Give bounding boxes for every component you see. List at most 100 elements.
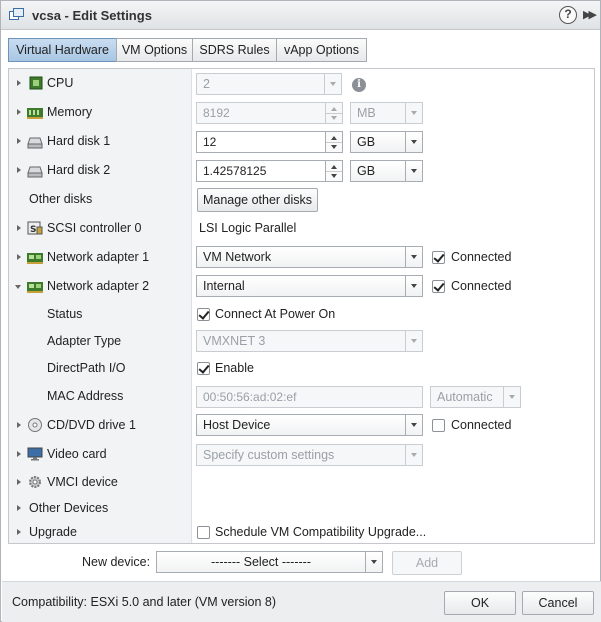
network-adapter-1-connected-checkbox[interactable] (432, 251, 445, 264)
chevron-down-icon (405, 161, 422, 181)
manage-other-disks-button[interactable]: Manage other disks (197, 188, 318, 212)
network-adapter-1-select[interactable]: VM Network (196, 246, 423, 268)
network-adapter-2-select[interactable]: Internal (196, 275, 423, 297)
row-vmci-device: VMCI device (9, 469, 594, 496)
new-device-select[interactable]: ------- Select ------- (156, 551, 383, 573)
chevron-down-icon (405, 276, 422, 296)
schedule-upgrade-label: Schedule VM Compatibility Upgrade... (215, 525, 427, 539)
row-video-card: Video card Specify custom settings (9, 440, 594, 469)
hard-disk-2-size-input[interactable]: 1.42578125 (196, 160, 326, 182)
adapter-type-label: Adapter Type (47, 334, 122, 348)
cpu-label: CPU (47, 76, 74, 90)
chevron-down-icon (365, 552, 382, 572)
chevron-down-icon (405, 445, 422, 465)
expand-arrow-icon[interactable] (17, 225, 21, 231)
title-bar: vcsa - Edit Settings ? ▶▶ (1, 1, 600, 30)
memory-unit-value: MB (357, 106, 376, 120)
network-adapter-2-connected-label: Connected (451, 279, 512, 293)
network-adapter-2-connected-checkbox[interactable] (432, 280, 445, 293)
expand-arrow-icon[interactable] (17, 505, 21, 511)
tab-vapp-options[interactable]: vApp Options (276, 38, 367, 62)
connect-at-power-on-label: Connect At Power On (215, 307, 336, 321)
gear-icon (29, 476, 41, 488)
scsi-controller-label: SCSI controller 0 (47, 221, 142, 235)
collapse-arrow-icon[interactable] (15, 285, 21, 289)
row-memory: Memory 8192 MB (9, 98, 594, 127)
help-icon[interactable]: ? (559, 6, 577, 24)
cpu-icon (29, 76, 43, 90)
directpath-enable-label: Enable (215, 361, 254, 375)
adapter-type-select[interactable]: VMXNET 3 (196, 330, 423, 352)
row-mac-address: MAC Address 00:50:56:ad:02:ef Automatic (9, 382, 594, 411)
tab-virtual-hardware[interactable]: Virtual Hardware (8, 38, 117, 62)
memory-icon (27, 108, 43, 119)
hard-disk-1-size-input[interactable]: 12 (196, 131, 326, 153)
expand-arrow-icon[interactable] (17, 422, 21, 428)
scsi-controller-icon: S (27, 221, 43, 235)
row-hard-disk-1: Hard disk 1 12 GB (9, 127, 594, 156)
hard-disk-1-stepper[interactable] (326, 131, 343, 153)
cpu-count-select[interactable]: 2 (196, 73, 342, 95)
chevron-down-icon (405, 247, 422, 267)
add-device-button[interactable]: Add (392, 551, 462, 575)
hard-disk-2-label: Hard disk 2 (47, 163, 111, 177)
chevron-down-icon (324, 74, 341, 94)
mac-address-input[interactable]: 00:50:56:ad:02:ef (196, 386, 423, 408)
row-upgrade: Upgrade Schedule VM Compatibility Upgrad… (9, 520, 594, 543)
mac-mode-select[interactable]: Automatic (430, 386, 521, 408)
compatibility-text: Compatibility: ESXi 5.0 and later (VM ve… (12, 595, 276, 609)
tab-sdrs-rules[interactable]: SDRS Rules (192, 38, 277, 62)
schedule-upgrade-checkbox[interactable] (197, 526, 210, 539)
expand-arrow-icon[interactable] (17, 529, 21, 535)
row-network-adapter-2: Network adapter 2 Internal Connected (9, 272, 594, 301)
chevron-down-icon (503, 387, 520, 407)
cd-dvd-label: CD/DVD drive 1 (47, 418, 136, 432)
scsi-controller-type: LSI Logic Parallel (199, 221, 297, 235)
new-device-value: ------- Select ------- (211, 555, 311, 569)
info-icon[interactable]: i (352, 78, 366, 92)
other-disks-label: Other disks (29, 192, 93, 206)
network-adapter-1-connected-label: Connected (451, 250, 512, 264)
directpath-enable-checkbox[interactable] (197, 362, 210, 375)
adapter-type-value: VMXNET 3 (203, 334, 266, 348)
tab-vm-options[interactable]: VM Options (116, 38, 193, 62)
chevron-down-icon (405, 415, 422, 435)
cd-dvd-connected-label: Connected (451, 418, 512, 432)
window-title: vcsa - Edit Settings (32, 8, 152, 23)
row-adapter-type: Adapter Type VMXNET 3 (9, 328, 594, 355)
expand-arrow-icon[interactable] (17, 109, 21, 115)
hardware-grid: CPU 2 i Memory 8192 MB Hard disk 1 12 GB… (8, 68, 595, 544)
hard-disk-icon (27, 137, 43, 149)
row-cpu: CPU 2 i (9, 69, 594, 98)
vmci-device-label: VMCI device (47, 475, 118, 489)
connect-at-power-on-checkbox[interactable] (197, 308, 210, 321)
expand-arrow-icon[interactable] (17, 451, 21, 457)
cd-dvd-icon (28, 418, 42, 432)
cd-dvd-select[interactable]: Host Device (196, 414, 423, 436)
memory-unit-select[interactable]: MB (350, 102, 423, 124)
network-adapter-icon (27, 253, 43, 264)
memory-input[interactable]: 8192 (196, 102, 326, 124)
expand-arrow-icon[interactable] (17, 80, 21, 86)
row-other-disks: Other disks Manage other disks (9, 185, 594, 214)
hard-disk-1-unit-select[interactable]: GB (350, 131, 423, 153)
network-adapter-1-value: VM Network (203, 250, 272, 264)
memory-stepper[interactable] (326, 102, 343, 124)
hard-disk-2-unit-select[interactable]: GB (350, 160, 423, 182)
hard-disk-1-unit-value: GB (357, 135, 376, 149)
mac-address-label: MAC Address (47, 389, 124, 403)
edit-settings-dialog: vcsa - Edit Settings ? ▶▶ Virtual Hardwa… (0, 0, 601, 622)
expand-arrow-icon[interactable] (17, 138, 21, 144)
hard-disk-2-stepper[interactable] (326, 160, 343, 182)
chevron-down-icon (405, 103, 422, 123)
row-other-devices: Other Devices (9, 496, 594, 520)
ok-button[interactable]: OK (444, 591, 516, 615)
expand-arrow-icon[interactable] (17, 479, 21, 485)
upgrade-label: Upgrade (29, 525, 77, 539)
expand-icon[interactable]: ▶▶ (583, 8, 597, 21)
cd-dvd-connected-checkbox[interactable] (432, 419, 445, 432)
expand-arrow-icon[interactable] (17, 254, 21, 260)
video-card-select[interactable]: Specify custom settings (196, 444, 423, 466)
cancel-button[interactable]: Cancel (522, 591, 594, 615)
expand-arrow-icon[interactable] (17, 167, 21, 173)
